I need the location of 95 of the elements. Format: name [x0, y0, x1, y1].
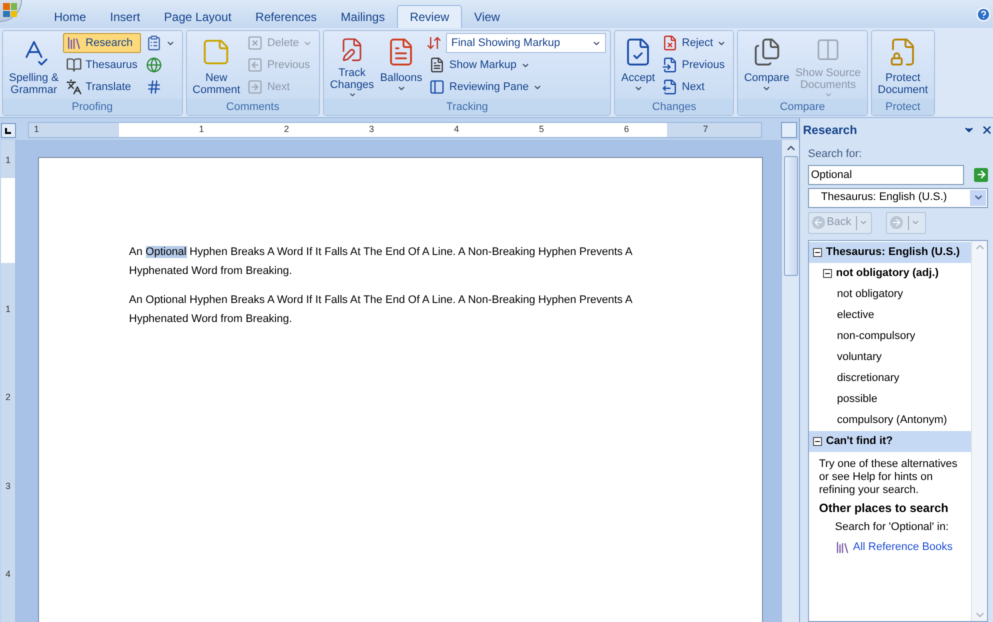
- ribbon-tab[interactable]: References: [243, 5, 329, 28]
- tab-stop-selector[interactable]: [1, 122, 16, 138]
- book-icon: [66, 57, 82, 73]
- ribbon-small-button[interactable]: Reject: [658, 33, 730, 53]
- ribbon-tab[interactable]: Review: [396, 5, 462, 28]
- group-label: Proofing: [3, 99, 182, 115]
- previous-change-icon: [662, 57, 678, 73]
- ribbon-small-button[interactable]: Thesaurus: [62, 55, 141, 75]
- reference-books-link[interactable]: All Reference Books: [853, 540, 953, 554]
- ruler-number: 1: [5, 302, 10, 316]
- thesaurus-word[interactable]: not obligatory: [809, 284, 971, 304]
- ribbon-tab[interactable]: View: [462, 5, 512, 28]
- group-label: Compare: [738, 99, 867, 115]
- ruler-number: 2: [5, 391, 10, 404]
- collapse-icon[interactable]: [813, 436, 822, 446]
- thesaurus-word[interactable]: compulsory (Antonym): [809, 410, 971, 430]
- previous-comment-icon: [247, 57, 264, 73]
- results-category[interactable]: not obligatory (adj.): [809, 262, 971, 284]
- help-icon[interactable]: [976, 7, 991, 22]
- ruler-number: 1: [34, 123, 40, 136]
- section-heading: Other places to search: [819, 502, 950, 514]
- collapse-icon[interactable]: [813, 248, 822, 256]
- ruler-number: 4: [5, 568, 10, 581]
- collapse-icon[interactable]: [823, 268, 832, 278]
- caret-icon: [348, 91, 357, 99]
- back-icon: [812, 216, 825, 229]
- ribbon-tab[interactable]: Mailings: [328, 5, 397, 28]
- caret-icon: [396, 84, 406, 93]
- group-label: Changes: [615, 99, 734, 115]
- thesaurus-word[interactable]: discretionary: [809, 368, 971, 388]
- next-comment-icon: [247, 79, 264, 95]
- group-label: Comments: [186, 99, 320, 115]
- ruler-number: 7: [703, 123, 708, 136]
- ribbon-large-button[interactable]: Compare: [742, 33, 792, 99]
- ribbon-large-button[interactable]: Accept: [619, 33, 657, 99]
- ribbon-small-button[interactable]: Reviewing Pane: [426, 77, 606, 97]
- caret-icon: [762, 84, 772, 93]
- ribbon-tab[interactable]: Insert: [98, 5, 152, 28]
- scroll-thumb[interactable]: [784, 156, 798, 276]
- pane-title: Research: [803, 122, 858, 139]
- ruler-number: 2: [282, 123, 289, 136]
- ribbon-tab[interactable]: Page Layout: [152, 5, 244, 28]
- delete-comment-icon: [247, 35, 264, 51]
- ruler-number: 6: [622, 123, 629, 136]
- ribbon-tab[interactable]: Home: [42, 5, 98, 28]
- search-field[interactable]: Optional: [808, 164, 964, 184]
- ribbon-large-button[interactable]: Protect Document: [876, 33, 930, 99]
- clipboard-icon: [146, 35, 162, 51]
- thesaurus-word[interactable]: non-compulsory: [809, 326, 971, 346]
- ribbon-large-button[interactable]: New Comment: [190, 33, 242, 99]
- next-change-icon: [662, 79, 678, 95]
- caret-icon: [824, 91, 833, 99]
- caret-icon: [859, 218, 868, 227]
- ruler-number: 4: [452, 123, 459, 136]
- ribbon-small-button[interactable]: Next: [658, 77, 730, 97]
- vertical-scrollbar[interactable]: [781, 140, 799, 622]
- ruler-number: 1: [5, 154, 10, 167]
- thesaurus-word[interactable]: possible: [809, 388, 971, 410]
- view-ruler-button[interactable]: [781, 122, 797, 138]
- ribbon-small-button[interactable]: Translate: [62, 77, 141, 97]
- source-dropdown[interactable]: Thesaurus: English (U.S.): [808, 188, 988, 208]
- ribbon-large-button[interactable]: Balloons: [378, 33, 424, 99]
- group-label: Protect: [872, 99, 934, 115]
- results-scrollbar[interactable]: [971, 240, 987, 621]
- group-label: Tracking: [324, 99, 610, 115]
- ribbon-large-button[interactable]: Track Changes: [328, 33, 376, 99]
- ribbon-large-button[interactable]: Spelling & Grammar: [7, 33, 61, 99]
- hint-text: Try one of these alternatives or see Help for hints on refining your search.: [819, 458, 958, 496]
- search-in-text: Search for 'Optional' in:: [834, 520, 950, 534]
- markup-dropdown[interactable]: Final Showing Markup: [446, 33, 606, 53]
- ruler-number: 5: [538, 123, 544, 136]
- forward-icon: [890, 216, 903, 229]
- ribbon-small-button[interactable]: Research: [62, 33, 141, 53]
- results-section-header[interactable]: Thesaurus: English (U.S.): [809, 242, 971, 262]
- close-icon[interactable]: [981, 124, 993, 136]
- ruler-number: 3: [5, 480, 10, 492]
- start-search-button[interactable]: [974, 168, 988, 182]
- caret-icon: [911, 218, 920, 227]
- ruler-number: 1: [198, 123, 204, 136]
- document-icon: [429, 57, 446, 73]
- caret-icon: [634, 84, 643, 93]
- ribbon-small-button[interactable]: Previous: [658, 55, 730, 75]
- ruler-number: 3: [368, 123, 374, 136]
- office-logo-icon: [3, 3, 17, 17]
- pane-icon: [429, 79, 446, 95]
- ribbon-small-button[interactable]: Show Markup: [426, 55, 606, 75]
- translate-icon: [66, 79, 82, 95]
- reject-icon: [662, 35, 678, 51]
- thesaurus-word[interactable]: voluntary: [809, 346, 971, 368]
- results-section-header[interactable]: Can't find it?: [809, 430, 971, 452]
- document-paragraph: An Optional Hyphen Breaks A Word If It Falls At The End Of A Line. A Non-Breaking Hyphen Prevents A Hyphenated Word from Breaking.: [129, 293, 634, 327]
- search-label: Search for:: [808, 147, 863, 162]
- document-paragraph: An Optional Hyphen Breaks A Word If It Falls At The End Of A Line. A Non-Breaking Hyphen Prevents A Hyphenated Word from Breaking.: [129, 245, 634, 279]
- globe-icon: [146, 57, 162, 73]
- thesaurus-word[interactable]: elective: [809, 304, 971, 326]
